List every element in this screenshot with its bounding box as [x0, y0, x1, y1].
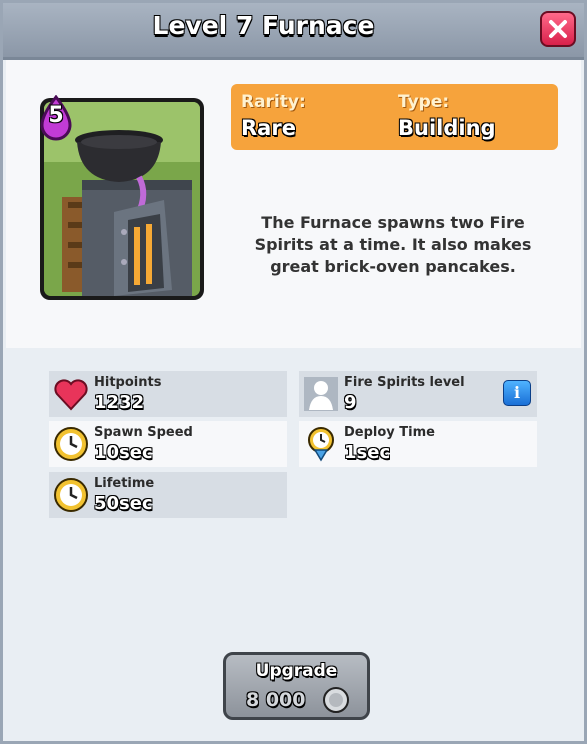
- upgrade-button[interactable]: Upgrade 8 000: [223, 652, 370, 720]
- card-info-box: Rarity: Rare Type: Building: [231, 84, 558, 150]
- upgrade-cost: 8 000: [246, 689, 306, 711]
- rarity-value: Rare: [241, 116, 296, 140]
- stat-label: Lifetime: [94, 476, 155, 491]
- stat-hitpoints: Hitpoints 1232: [49, 371, 287, 417]
- stat-label: Spawn Speed: [94, 425, 193, 440]
- stat-value: 1sec: [344, 442, 391, 463]
- stat-spawn-speed: Spawn Speed 10sec: [49, 421, 287, 467]
- stat-deploy-time: Deploy Time 1sec: [299, 421, 537, 467]
- stat-value: 1232: [94, 392, 145, 413]
- close-button[interactable]: [540, 11, 576, 47]
- clock-icon: [54, 427, 88, 461]
- card-description: The Furnace spawns two Fire Spirits at a…: [254, 213, 532, 276]
- type-value: Building: [398, 116, 496, 140]
- stat-value: 50sec: [94, 493, 153, 514]
- elixir-cost-badge: 5: [36, 95, 76, 143]
- close-icon: [549, 20, 567, 38]
- dialog-header: Level 7 Furnace: [3, 3, 584, 60]
- deploy-clock-icon: [308, 427, 334, 462]
- stat-label: Deploy Time: [344, 425, 435, 440]
- elixir-cost: 5: [48, 103, 64, 128]
- stat-fire-spirits-level: Fire Spirits level 9 i: [299, 371, 537, 417]
- stat-label: Hitpoints: [94, 375, 162, 390]
- stat-value: 10sec: [94, 442, 153, 463]
- rarity-label: Rarity:: [241, 92, 306, 112]
- upgrade-label: Upgrade: [255, 661, 338, 681]
- clock-icon: [54, 478, 88, 512]
- stat-lifetime: Lifetime 50sec: [49, 472, 287, 518]
- troop-silhouette-icon: [304, 377, 338, 411]
- coin-icon: [323, 687, 349, 713]
- type-label: Type:: [398, 92, 450, 112]
- info-button[interactable]: i: [503, 380, 531, 406]
- card-details-dialog: Level 7 Furnace 5 Rarity: Rare Type: Bui…: [0, 0, 587, 744]
- page-title: Level 7 Furnace: [152, 11, 375, 40]
- heart-icon: [54, 379, 88, 411]
- card-overview: 5 Rarity: Rare Type: Building The Furnac…: [6, 60, 581, 348]
- stat-label: Fire Spirits level: [344, 375, 465, 390]
- stat-value: 9: [344, 392, 357, 413]
